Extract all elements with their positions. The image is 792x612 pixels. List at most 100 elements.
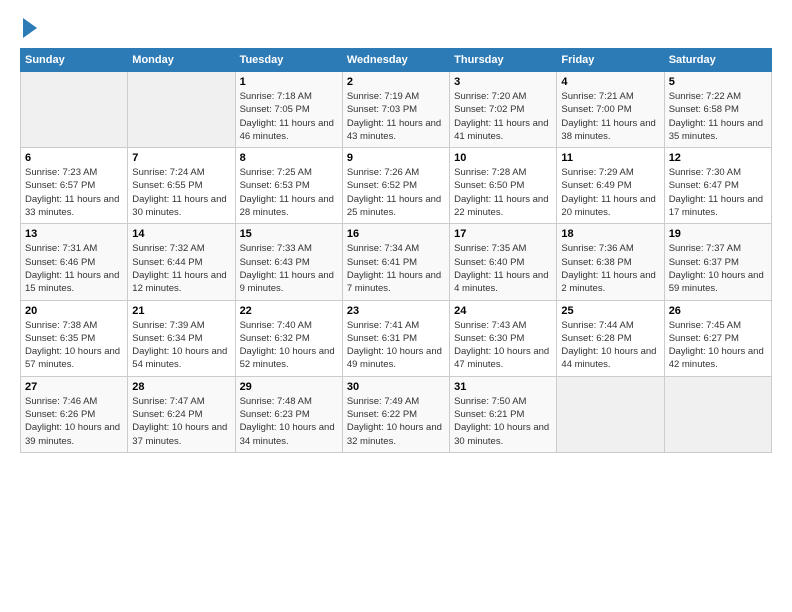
day-number: 11 bbox=[561, 152, 659, 164]
day-number: 30 bbox=[347, 381, 445, 393]
calendar-cell: 25 Sunrise: 7:44 AMSunset: 6:28 PMDayligh… bbox=[557, 300, 664, 376]
calendar-cell: 20 Sunrise: 7:38 AMSunset: 6:35 PMDayligh… bbox=[21, 300, 128, 376]
day-detail: Sunrise: 7:41 AMSunset: 6:31 PMDaylight:… bbox=[347, 319, 445, 372]
day-number: 24 bbox=[454, 305, 552, 317]
calendar-cell: 4Sunrise: 7:21 AMSunset: 7:00 PMDaylight… bbox=[557, 72, 664, 148]
calendar-row: 20 Sunrise: 7:38 AMSunset: 6:35 PMDayligh… bbox=[21, 300, 772, 376]
column-header-sunday: Sunday bbox=[21, 49, 128, 72]
day-detail: Sunrise: 7:34 AMSunset: 6:41 PMDaylight:… bbox=[347, 242, 445, 295]
day-detail: Sunrise: 7:23 AMSunset: 6:57 PMDaylight:… bbox=[25, 166, 123, 219]
day-number: 10 bbox=[454, 152, 552, 164]
calendar-cell: 15 Sunrise: 7:33 AMSunset: 6:43 PMDayligh… bbox=[235, 224, 342, 300]
day-detail: Sunrise: 7:39 AMSunset: 6:34 PMDaylight:… bbox=[132, 319, 230, 372]
day-number: 4 bbox=[561, 76, 659, 88]
calendar-cell: 16 Sunrise: 7:34 AMSunset: 6:41 PMDayligh… bbox=[342, 224, 449, 300]
day-number: 8 bbox=[240, 152, 338, 164]
day-detail: Sunrise: 7:32 AMSunset: 6:44 PMDaylight:… bbox=[132, 242, 230, 295]
column-header-thursday: Thursday bbox=[450, 49, 557, 72]
page-header bbox=[20, 20, 772, 38]
day-detail: Sunrise: 7:47 AMSunset: 6:24 PMDaylight:… bbox=[132, 395, 230, 448]
day-detail: Sunrise: 7:24 AMSunset: 6:55 PMDaylight:… bbox=[132, 166, 230, 219]
calendar-cell: 14 Sunrise: 7:32 AMSunset: 6:44 PMDayligh… bbox=[128, 224, 235, 300]
day-detail: Sunrise: 7:44 AMSunset: 6:28 PMDaylight:… bbox=[561, 319, 659, 372]
day-detail: Sunrise: 7:19 AMSunset: 7:03 PMDaylight:… bbox=[347, 90, 445, 143]
calendar-cell: 18Sunrise: 7:36 AMSunset: 6:38 PMDayligh… bbox=[557, 224, 664, 300]
day-detail: Sunrise: 7:31 AMSunset: 6:46 PMDaylight:… bbox=[25, 242, 123, 295]
column-header-wednesday: Wednesday bbox=[342, 49, 449, 72]
day-number: 22 bbox=[240, 305, 338, 317]
day-number: 28 bbox=[132, 381, 230, 393]
calendar-cell: 24 Sunrise: 7:43 AMSunset: 6:30 PMDayligh… bbox=[450, 300, 557, 376]
day-detail: Sunrise: 7:38 AMSunset: 6:35 PMDaylight:… bbox=[25, 319, 123, 372]
day-number: 15 bbox=[240, 228, 338, 240]
day-detail: Sunrise: 7:28 AMSunset: 6:50 PMDaylight:… bbox=[454, 166, 552, 219]
calendar-cell: 31 Sunrise: 7:50 AMSunset: 6:21 PMDayligh… bbox=[450, 376, 557, 452]
day-number: 20 bbox=[25, 305, 123, 317]
calendar-cell bbox=[557, 376, 664, 452]
calendar-cell: 23 Sunrise: 7:41 AMSunset: 6:31 PMDayligh… bbox=[342, 300, 449, 376]
column-header-friday: Friday bbox=[557, 49, 664, 72]
calendar-cell: 13Sunrise: 7:31 AMSunset: 6:46 PMDayligh… bbox=[21, 224, 128, 300]
day-number: 7 bbox=[132, 152, 230, 164]
calendar-cell: 29 Sunrise: 7:48 AMSunset: 6:23 PMDayligh… bbox=[235, 376, 342, 452]
day-detail: Sunrise: 7:18 AMSunset: 7:05 PMDaylight:… bbox=[240, 90, 338, 143]
calendar-cell: 26 Sunrise: 7:45 AMSunset: 6:27 PMDayligh… bbox=[664, 300, 771, 376]
calendar-cell: 22 Sunrise: 7:40 AMSunset: 6:32 PMDayligh… bbox=[235, 300, 342, 376]
day-number: 14 bbox=[132, 228, 230, 240]
calendar-cell: 10 Sunrise: 7:28 AMSunset: 6:50 PMDayligh… bbox=[450, 148, 557, 224]
calendar-cell: 5Sunrise: 7:22 AMSunset: 6:58 PMDaylight… bbox=[664, 72, 771, 148]
calendar-cell: 7 Sunrise: 7:24 AMSunset: 6:55 PMDaylight… bbox=[128, 148, 235, 224]
column-header-monday: Monday bbox=[128, 49, 235, 72]
day-detail: Sunrise: 7:29 AMSunset: 6:49 PMDaylight:… bbox=[561, 166, 659, 219]
day-detail: Sunrise: 7:20 AMSunset: 7:02 PMDaylight:… bbox=[454, 90, 552, 143]
calendar-cell: 28 Sunrise: 7:47 AMSunset: 6:24 PMDayligh… bbox=[128, 376, 235, 452]
calendar-cell: 12Sunrise: 7:30 AMSunset: 6:47 PMDayligh… bbox=[664, 148, 771, 224]
day-number: 27 bbox=[25, 381, 123, 393]
calendar-table: SundayMondayTuesdayWednesdayThursdayFrid… bbox=[20, 48, 772, 453]
calendar-cell: 8 Sunrise: 7:25 AMSunset: 6:53 PMDaylight… bbox=[235, 148, 342, 224]
day-number: 25 bbox=[561, 305, 659, 317]
calendar-row: 6 Sunrise: 7:23 AMSunset: 6:57 PMDaylight… bbox=[21, 148, 772, 224]
calendar-cell: 17 Sunrise: 7:35 AMSunset: 6:40 PMDayligh… bbox=[450, 224, 557, 300]
day-number: 9 bbox=[347, 152, 445, 164]
day-detail: Sunrise: 7:50 AMSunset: 6:21 PMDaylight:… bbox=[454, 395, 552, 448]
logo-arrow-icon bbox=[23, 18, 37, 38]
calendar-cell bbox=[21, 72, 128, 148]
day-number: 17 bbox=[454, 228, 552, 240]
day-number: 3 bbox=[454, 76, 552, 88]
day-detail: Sunrise: 7:37 AMSunset: 6:37 PMDaylight:… bbox=[669, 242, 767, 295]
day-number: 16 bbox=[347, 228, 445, 240]
calendar-row: 1Sunrise: 7:18 AMSunset: 7:05 PMDaylight… bbox=[21, 72, 772, 148]
day-detail: Sunrise: 7:45 AMSunset: 6:27 PMDaylight:… bbox=[669, 319, 767, 372]
calendar-cell: 3 Sunrise: 7:20 AMSunset: 7:02 PMDaylight… bbox=[450, 72, 557, 148]
day-number: 26 bbox=[669, 305, 767, 317]
header-row: SundayMondayTuesdayWednesdayThursdayFrid… bbox=[21, 49, 772, 72]
calendar-cell bbox=[664, 376, 771, 452]
calendar-row: 13Sunrise: 7:31 AMSunset: 6:46 PMDayligh… bbox=[21, 224, 772, 300]
calendar-cell: 6 Sunrise: 7:23 AMSunset: 6:57 PMDaylight… bbox=[21, 148, 128, 224]
day-detail: Sunrise: 7:48 AMSunset: 6:23 PMDaylight:… bbox=[240, 395, 338, 448]
day-detail: Sunrise: 7:26 AMSunset: 6:52 PMDaylight:… bbox=[347, 166, 445, 219]
day-detail: Sunrise: 7:25 AMSunset: 6:53 PMDaylight:… bbox=[240, 166, 338, 219]
calendar-cell: 1Sunrise: 7:18 AMSunset: 7:05 PMDaylight… bbox=[235, 72, 342, 148]
day-number: 31 bbox=[454, 381, 552, 393]
day-detail: Sunrise: 7:33 AMSunset: 6:43 PMDaylight:… bbox=[240, 242, 338, 295]
calendar-cell: 11 Sunrise: 7:29 AMSunset: 6:49 PMDayligh… bbox=[557, 148, 664, 224]
day-number: 12 bbox=[669, 152, 767, 164]
calendar-cell: 21 Sunrise: 7:39 AMSunset: 6:34 PMDayligh… bbox=[128, 300, 235, 376]
day-number: 19 bbox=[669, 228, 767, 240]
day-number: 6 bbox=[25, 152, 123, 164]
day-number: 23 bbox=[347, 305, 445, 317]
day-number: 2 bbox=[347, 76, 445, 88]
day-detail: Sunrise: 7:36 AMSunset: 6:38 PMDaylight:… bbox=[561, 242, 659, 295]
day-detail: Sunrise: 7:35 AMSunset: 6:40 PMDaylight:… bbox=[454, 242, 552, 295]
day-detail: Sunrise: 7:43 AMSunset: 6:30 PMDaylight:… bbox=[454, 319, 552, 372]
day-number: 29 bbox=[240, 381, 338, 393]
calendar-cell: 27 Sunrise: 7:46 AMSunset: 6:26 PMDayligh… bbox=[21, 376, 128, 452]
column-header-tuesday: Tuesday bbox=[235, 49, 342, 72]
calendar-cell bbox=[128, 72, 235, 148]
day-detail: Sunrise: 7:40 AMSunset: 6:32 PMDaylight:… bbox=[240, 319, 338, 372]
calendar-cell: 19 Sunrise: 7:37 AMSunset: 6:37 PMDayligh… bbox=[664, 224, 771, 300]
day-detail: Sunrise: 7:46 AMSunset: 6:26 PMDaylight:… bbox=[25, 395, 123, 448]
day-number: 21 bbox=[132, 305, 230, 317]
